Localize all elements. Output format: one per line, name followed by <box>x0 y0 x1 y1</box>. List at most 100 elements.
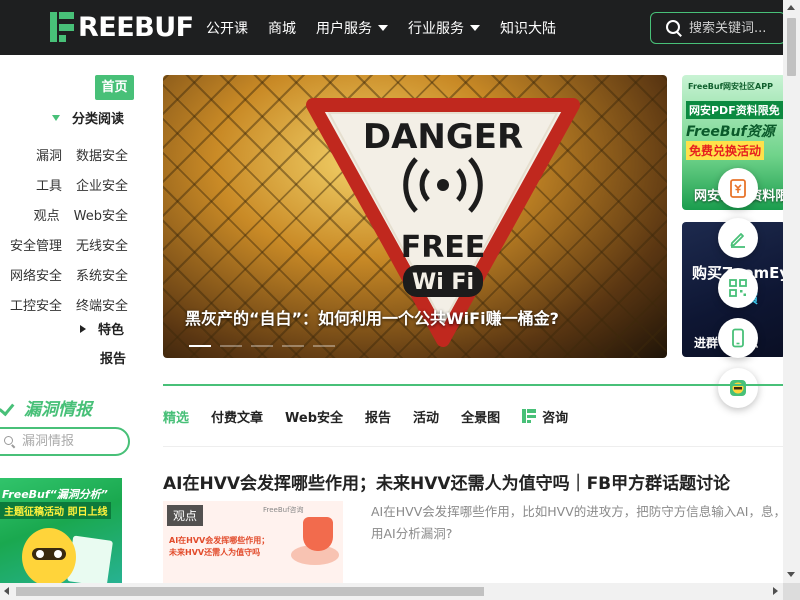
search-icon <box>4 435 16 448</box>
nav-item-knowledge[interactable]: 知识大陆 <box>500 18 556 38</box>
carousel-dot[interactable] <box>282 345 304 347</box>
category-link[interactable]: 系统安全 <box>76 265 128 284</box>
category-link[interactable]: 无线安全 <box>76 235 128 254</box>
search-icon[interactable] <box>665 19 681 37</box>
category-grid: 漏洞 数据安全 工具 企业安全 观点 Web安全 安全管理 无线安全 网络安全 … <box>0 139 128 319</box>
tab-label: 咨询 <box>542 410 569 426</box>
nav-item-industry-services[interactable]: 行业服务 <box>408 18 480 38</box>
category-link[interactable]: 企业安全 <box>76 175 128 194</box>
nav-item-label: 公开课 <box>206 20 248 37</box>
vuln-search-input[interactable] <box>22 434 122 449</box>
vuln-intel-heading: 漏洞情报 <box>0 395 92 420</box>
category-row: 工具 企业安全 <box>0 169 128 199</box>
carousel-dot[interactable] <box>313 345 335 347</box>
ad-app-label: FreeBuf网安社区APP <box>688 82 773 91</box>
edit-icon <box>730 233 745 248</box>
qrcode-button[interactable] <box>718 268 758 308</box>
caret-down-icon <box>52 114 60 121</box>
section-divider <box>163 384 786 386</box>
tab-selected[interactable]: 精选 <box>163 407 189 426</box>
coupon-button[interactable] <box>718 168 758 208</box>
category-row: 工控安全 终端安全 <box>0 289 128 319</box>
category-row: 网络安全 系统安全 <box>0 259 128 289</box>
top-navbar: REEBUF 公开课 商城 用户服务 行业服务 知识大陆 <box>0 0 800 55</box>
ad-line-3: FreeBuf资源 <box>686 124 775 140</box>
category-row: 漏洞 数据安全 <box>0 139 128 169</box>
article-summary: AI在HVV会发挥哪些作用，比如HVV的进攻方，把防守方信息输入AI，息，用AI… <box>371 504 786 541</box>
tab-reports[interactable]: 报告 <box>365 407 391 426</box>
category-link[interactable]: 工控安全 <box>10 295 62 314</box>
thumb-line-2: 未来HVV还需人为值守吗 <box>169 548 261 557</box>
header-search[interactable] <box>650 12 786 44</box>
nav-item-open-course[interactable]: 公开课 <box>206 18 248 38</box>
freebuf-mini-logo-icon <box>522 409 537 423</box>
ad-line-4: 免费兑换活动 <box>686 141 765 160</box>
scroll-thumb[interactable] <box>787 18 796 76</box>
scroll-up-arrow-icon[interactable] <box>787 5 795 10</box>
ad-line-2: 网安PDF资料限免 <box>686 101 783 119</box>
featured-label: 特色 <box>98 323 125 338</box>
carousel-dot[interactable] <box>251 345 273 347</box>
write-button[interactable] <box>718 218 758 258</box>
tab-events[interactable]: 活动 <box>413 407 439 426</box>
category-header-label: 分类阅读 <box>72 112 125 127</box>
mascot-button[interactable] <box>718 368 758 408</box>
left-sidebar: 首页 分类阅读 漏洞 数据安全 工具 企业安全 观点 Web安全 安全管理 无线… <box>0 55 140 600</box>
tab-consulting[interactable]: 咨询 <box>522 407 568 426</box>
category-row: 安全管理 无线安全 <box>0 229 128 259</box>
vuln-search-box[interactable] <box>0 427 130 456</box>
category-link[interactable]: 观点 <box>34 205 60 224</box>
tab-panorama[interactable]: 全景图 <box>461 407 500 426</box>
horizontal-scrollbar[interactable] <box>0 583 783 600</box>
logo-mark-icon <box>50 12 74 42</box>
article-thumbnail[interactable]: 观点 FreeBuf咨询 AI在HVV会发挥哪些作用； 未来HVV还需人为值守吗 <box>163 501 343 583</box>
vuln-intel-title: 漏洞情报 <box>24 400 92 420</box>
sign-wifi-text: Wi Fi <box>412 270 474 295</box>
carousel-indicators <box>189 345 344 347</box>
scroll-right-arrow-icon[interactable] <box>773 587 778 595</box>
category-link[interactable]: 安全管理 <box>10 235 62 254</box>
home-button[interactable]: 首页 <box>95 75 134 100</box>
qrcode-icon <box>729 279 747 297</box>
scroll-thumb[interactable] <box>16 587 484 596</box>
mascot-icon <box>730 380 746 396</box>
nav-item-label: 用户服务 <box>316 20 372 37</box>
report-link[interactable]: 报告 <box>100 348 126 367</box>
sign-danger-text: DANGER <box>363 117 523 157</box>
category-link[interactable]: 网络安全 <box>10 265 62 284</box>
scroll-left-arrow-icon[interactable] <box>4 587 9 595</box>
search-input[interactable] <box>689 20 785 36</box>
hero-carousel[interactable]: DANGER FREE Wi Fi 黑灰产的“自白”：如何利用一个公共WiFi赚… <box>163 75 667 358</box>
nav-item-user-services[interactable]: 用户服务 <box>316 18 388 38</box>
chevron-down-icon <box>470 24 480 31</box>
nav-item-label: 知识大陆 <box>500 20 556 37</box>
caret-right-icon <box>80 324 86 333</box>
vertical-scrollbar[interactable] <box>783 0 800 583</box>
tab-web-security[interactable]: Web安全 <box>285 407 343 426</box>
mobile-app-button[interactable] <box>718 318 758 358</box>
category-link[interactable]: Web安全 <box>74 205 128 224</box>
chevron-down-icon <box>378 24 388 31</box>
thumb-line-1: AI在HVV会发挥哪些作用； <box>169 536 270 545</box>
sign-free-text: FREE <box>401 230 486 265</box>
tabs-divider <box>163 446 786 447</box>
category-link[interactable]: 终端安全 <box>76 295 128 314</box>
main-nav: 公开课 商城 用户服务 行业服务 知识大陆 <box>196 0 566 55</box>
featured-toggle[interactable]: 特色 <box>80 319 124 338</box>
category-link[interactable]: 漏洞 <box>36 145 62 164</box>
category-reading-toggle[interactable]: 分类阅读 <box>52 108 124 127</box>
category-link[interactable]: 工具 <box>36 175 62 194</box>
carousel-dot[interactable] <box>220 345 242 347</box>
carousel-title[interactable]: 黑灰产的“自白”：如何利用一个公共WiFi赚一桶金? <box>185 305 559 329</box>
category-link[interactable]: 数据安全 <box>76 145 128 164</box>
check-icon <box>0 399 18 417</box>
carousel-dot[interactable] <box>189 345 211 347</box>
article-title[interactable]: AI在HVV会发挥哪些作用；未来HVV还需人为值守吗｜FB甲方群话题讨论 <box>163 469 786 494</box>
vuln-analysis-promo-banner[interactable]: FreeBuf“漏洞分析” 主题征稿活动 即日上线 <box>0 478 122 600</box>
tab-paid-articles[interactable]: 付费文章 <box>211 407 263 426</box>
nav-item-mall[interactable]: 商城 <box>268 18 296 38</box>
scroll-down-arrow-icon[interactable] <box>787 572 795 577</box>
logo-text: REEBUF <box>78 11 194 43</box>
freebuf-logo[interactable]: REEBUF <box>50 11 194 43</box>
promo-line-1: FreeBuf“漏洞分析” <box>2 488 108 501</box>
